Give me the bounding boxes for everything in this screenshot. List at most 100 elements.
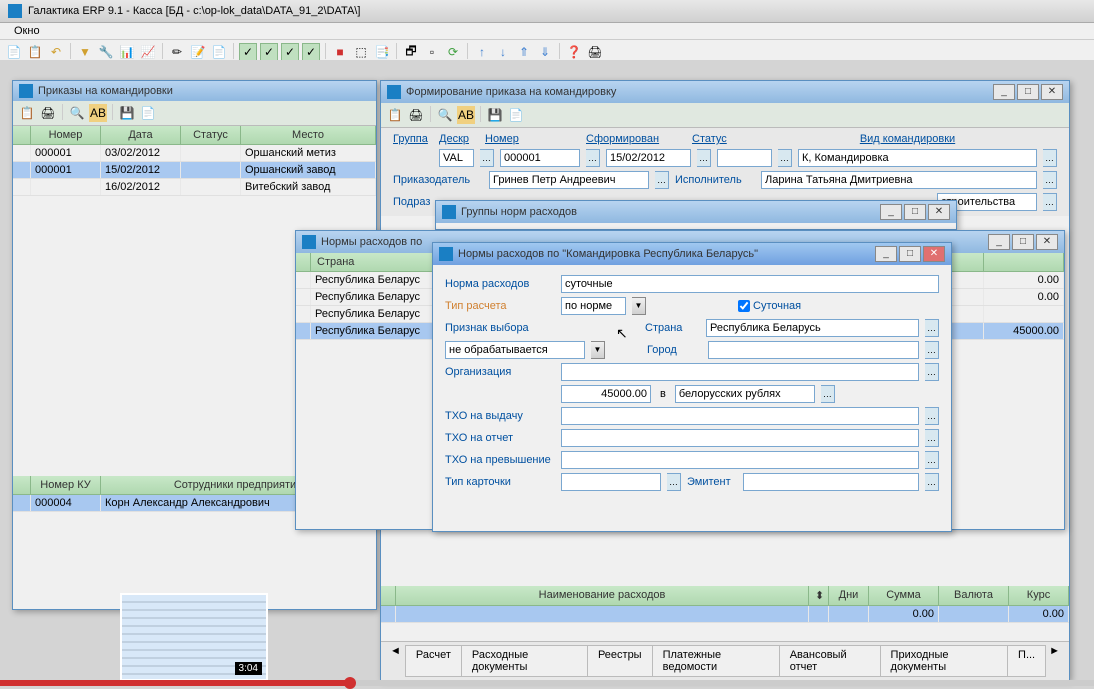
txo2-field[interactable] — [561, 429, 919, 447]
val-field[interactable] — [439, 149, 474, 167]
up2-icon[interactable]: ⇑ — [515, 43, 533, 61]
num-field[interactable] — [500, 149, 580, 167]
green2-icon[interactable]: ✓ — [260, 43, 278, 61]
close-icon[interactable]: ✕ — [1041, 84, 1063, 100]
print-icon[interactable]: 🖨 — [407, 106, 425, 124]
save-icon[interactable]: 💾 — [118, 104, 136, 122]
filter-icon[interactable]: ▼ — [76, 43, 94, 61]
tb-icon[interactable]: 📄 — [139, 104, 157, 122]
win3-title[interactable]: Группы норм расходов _ □ ✕ — [436, 201, 956, 223]
print-icon[interactable]: 🖨 — [39, 104, 57, 122]
copy-icon[interactable]: 📋 — [26, 43, 44, 61]
norm-field[interactable] — [561, 275, 939, 293]
tab-more[interactable]: П... — [1007, 645, 1046, 677]
minimize-icon[interactable]: _ — [880, 204, 902, 220]
win-icon[interactable]: 🗗 — [402, 43, 420, 61]
tb-icon[interactable]: 🔍 — [436, 106, 454, 124]
tool1-icon[interactable]: 🔧 — [97, 43, 115, 61]
tool2-icon[interactable]: 📊 — [118, 43, 136, 61]
close-icon[interactable]: ✕ — [923, 246, 945, 262]
dropdown-icon[interactable]: … — [925, 451, 939, 469]
table-row[interactable]: 000001 15/02/2012 Оршанский завод — [13, 162, 376, 179]
green4-icon[interactable]: ✓ — [302, 43, 320, 61]
tb-icon[interactable]: 📄 — [507, 106, 525, 124]
tab-reg[interactable]: Реестры — [587, 645, 653, 677]
txo3-field[interactable] — [561, 451, 919, 469]
card-field[interactable] — [561, 473, 661, 491]
tool7-icon[interactable]: 📑 — [373, 43, 391, 61]
tool3-icon[interactable]: 📈 — [139, 43, 157, 61]
order-field[interactable] — [489, 171, 649, 189]
dropdown-icon[interactable]: … — [925, 319, 939, 337]
tb-icon[interactable]: AB — [89, 104, 107, 122]
menu-window[interactable]: Окно — [8, 23, 46, 39]
undo-icon[interactable]: ↶ — [47, 43, 65, 61]
date-field[interactable] — [606, 149, 691, 167]
win2-title[interactable]: Формирование приказа на командировку _ □… — [381, 81, 1069, 103]
dropdown-icon[interactable]: … — [925, 407, 939, 425]
maximize-icon[interactable]: □ — [904, 204, 926, 220]
close-icon[interactable]: ✕ — [928, 204, 950, 220]
tab-pay[interactable]: Платежные ведомости — [652, 645, 780, 677]
color-icon[interactable]: ■ — [331, 43, 349, 61]
table-row[interactable]: 0.00 0.00 — [381, 606, 1069, 623]
tab-docs[interactable]: Расходные документы — [461, 645, 588, 677]
tab-inc[interactable]: Приходные документы — [880, 645, 1008, 677]
refresh-icon[interactable]: ⟳ — [444, 43, 462, 61]
tool6-icon[interactable]: ⬚ — [352, 43, 370, 61]
dropdown-icon[interactable]: … — [655, 171, 669, 189]
emit-field[interactable] — [743, 473, 919, 491]
dropdown-icon[interactable]: … — [1043, 149, 1057, 167]
daily-checkbox[interactable] — [738, 300, 750, 312]
green3-icon[interactable]: ✓ — [281, 43, 299, 61]
type-field[interactable] — [798, 149, 1037, 167]
minimize-icon[interactable]: _ — [988, 234, 1010, 250]
tab-adv[interactable]: Авансовый отчет — [779, 645, 881, 677]
dropdown-icon[interactable]: ▼ — [591, 341, 605, 359]
win1-title[interactable]: Приказы на командировки — [13, 81, 376, 101]
help-icon[interactable]: ❓ — [565, 43, 583, 61]
dropdown-icon[interactable]: … — [667, 473, 681, 491]
table-row[interactable]: 000001 03/02/2012 Оршанский метиз — [13, 145, 376, 162]
tb-icon[interactable]: AB — [457, 106, 475, 124]
calc-field[interactable] — [561, 297, 626, 315]
green1-icon[interactable]: ✓ — [239, 43, 257, 61]
save-icon[interactable]: 💾 — [486, 106, 504, 124]
close-icon[interactable]: ✕ — [1036, 234, 1058, 250]
win5-title[interactable]: Нормы расходов по "Командировка Республи… — [433, 243, 951, 265]
down2-icon[interactable]: ⇓ — [536, 43, 554, 61]
exec-field[interactable] — [761, 171, 1037, 189]
currency-field[interactable] — [675, 385, 815, 403]
minimize-icon[interactable]: _ — [993, 84, 1015, 100]
tool4-icon[interactable]: 📝 — [189, 43, 207, 61]
dropdown-icon[interactable]: … — [480, 149, 494, 167]
down-icon[interactable]: ↓ — [494, 43, 512, 61]
dropdown-icon[interactable]: … — [586, 149, 600, 167]
minimize-icon[interactable]: _ — [875, 246, 897, 262]
video-progress[interactable] — [0, 680, 1094, 686]
dropdown-icon[interactable]: … — [925, 363, 939, 381]
txo1-field[interactable] — [561, 407, 919, 425]
tool8-icon[interactable]: ▫ — [423, 43, 441, 61]
tb-icon[interactable]: 📋 — [386, 106, 404, 124]
tb-icon[interactable]: 📋 — [18, 104, 36, 122]
tool5-icon[interactable]: 📄 — [210, 43, 228, 61]
table-row[interactable]: 16/02/2012 Витебский завод — [13, 179, 376, 196]
dropdown-icon[interactable]: … — [697, 149, 711, 167]
dropdown-icon[interactable]: … — [1043, 171, 1057, 189]
city-field[interactable] — [708, 341, 919, 359]
up-icon[interactable]: ↑ — [473, 43, 491, 61]
dropdown-icon[interactable]: … — [925, 429, 939, 447]
maximize-icon[interactable]: □ — [899, 246, 921, 262]
video-thumbnail[interactable]: 3:04 — [120, 593, 268, 681]
dropdown-icon[interactable]: ▼ — [632, 297, 646, 315]
amount-field[interactable] — [561, 385, 651, 403]
maximize-icon[interactable]: □ — [1017, 84, 1039, 100]
edit-icon[interactable]: ✏ — [168, 43, 186, 61]
new-icon[interactable]: 📄 — [5, 43, 23, 61]
dropdown-icon[interactable]: … — [925, 473, 939, 491]
country-field[interactable] — [706, 319, 919, 337]
print-icon[interactable]: 🖨 — [586, 43, 604, 61]
tb-icon[interactable]: 🔍 — [68, 104, 86, 122]
maximize-icon[interactable]: □ — [1012, 234, 1034, 250]
